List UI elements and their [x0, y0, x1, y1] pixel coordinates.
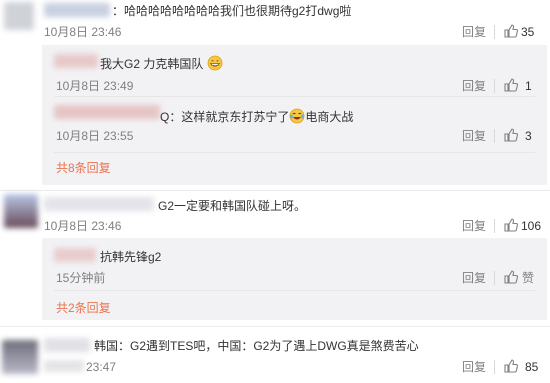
reply-item: Q：这样就京东打苏宁了 电商大战 10月8日 23:55 回复 3	[42, 96, 547, 148]
username-redacted[interactable]	[54, 105, 160, 119]
comment-1: ：哈哈哈哈哈哈哈哈我们也很期待g2打dwg啦 10月8日 23:46 回复 35	[0, 0, 550, 45]
grin-emoji-icon	[207, 55, 223, 71]
comment-3: 韩国：G2遇到TES吧，中国：G2为了遇上DWG真是煞费苦心 23:47 回复 …	[0, 326, 550, 383]
comment-time: 10月8日 23:46	[44, 25, 122, 39]
time-redacted	[44, 360, 84, 372]
reply-text: Q：这样就京东打苏宁了 电商大战	[160, 108, 354, 124]
reply-button[interactable]: 回复	[462, 218, 486, 234]
divider	[494, 360, 495, 374]
username-redacted[interactable]	[44, 3, 110, 17]
comment-time: 10月8日 23:46	[44, 219, 122, 233]
reply-time: 15分钟前	[56, 271, 106, 285]
reply-button[interactable]: 回复	[462, 128, 486, 144]
like-count: 85	[525, 360, 539, 374]
reply-text: 我大G2 力克韩国队	[100, 55, 223, 72]
comment-text: ：哈哈哈哈哈哈哈哈我们也很期待g2打dwg啦	[112, 4, 352, 18]
like-count: 3	[525, 129, 532, 143]
username-redacted[interactable]	[54, 54, 98, 68]
like-count: 1	[525, 79, 532, 93]
like-count: 35	[521, 25, 535, 39]
thumbs-up-icon	[504, 359, 518, 373]
thumbs-up-icon	[504, 128, 518, 142]
comment-text: G2一定要和韩国队碰上呀。	[158, 199, 307, 213]
comment-time: 23:47	[86, 360, 117, 374]
reply-button[interactable]: 回复	[462, 270, 486, 286]
thumbs-up-icon	[504, 218, 518, 232]
avatar[interactable]	[4, 194, 38, 228]
reply-button[interactable]: 回复	[462, 24, 486, 40]
thumbs-up-icon	[504, 24, 518, 38]
like-button[interactable]	[504, 218, 518, 232]
reply-button[interactable]: 回复	[462, 359, 486, 375]
reply-button[interactable]: 回复	[462, 78, 486, 94]
comment-text: 韩国：G2遇到TES吧，中国：G2为了遇上DWG真是煞费苦心	[94, 339, 419, 353]
username-redacted[interactable]	[44, 338, 90, 352]
reply-time: 10月8日 23:49	[56, 79, 134, 93]
divider	[54, 290, 535, 291]
reply-time: 10月8日 23:55	[56, 129, 134, 143]
like-button[interactable]	[504, 128, 518, 142]
reply-item: 抗韩先锋g2 15分钟前 回复 赞	[42, 238, 547, 288]
username-redacted[interactable]	[54, 248, 96, 262]
reply-item: 我大G2 力克韩国队 10月8日 23:49 回复 1	[42, 45, 547, 93]
more-replies-link[interactable]: 共2条回复	[56, 300, 111, 316]
like-button[interactable]	[504, 24, 518, 38]
divider	[54, 152, 535, 153]
username-redacted[interactable]	[44, 197, 154, 211]
divider	[494, 271, 495, 285]
comment-2: G2一定要和韩国队碰上呀。 10月8日 23:46 回复 106	[0, 190, 550, 240]
thumbs-up-icon	[504, 270, 518, 284]
avatar[interactable]	[4, 2, 34, 30]
divider	[494, 219, 495, 233]
divider	[494, 129, 495, 143]
avatar[interactable]	[2, 340, 38, 374]
laugh-cry-emoji-icon	[289, 108, 305, 124]
like-button[interactable]	[504, 270, 518, 284]
divider	[494, 79, 495, 93]
like-button[interactable]	[504, 78, 518, 92]
more-replies-link[interactable]: 共8条回复	[56, 160, 111, 176]
thumbs-up-icon	[504, 78, 518, 92]
reply-text: 抗韩先锋g2	[100, 250, 162, 264]
like-button[interactable]	[504, 359, 518, 373]
like-count: 106	[521, 219, 542, 233]
divider	[494, 25, 495, 39]
like-label[interactable]: 赞	[522, 270, 534, 286]
